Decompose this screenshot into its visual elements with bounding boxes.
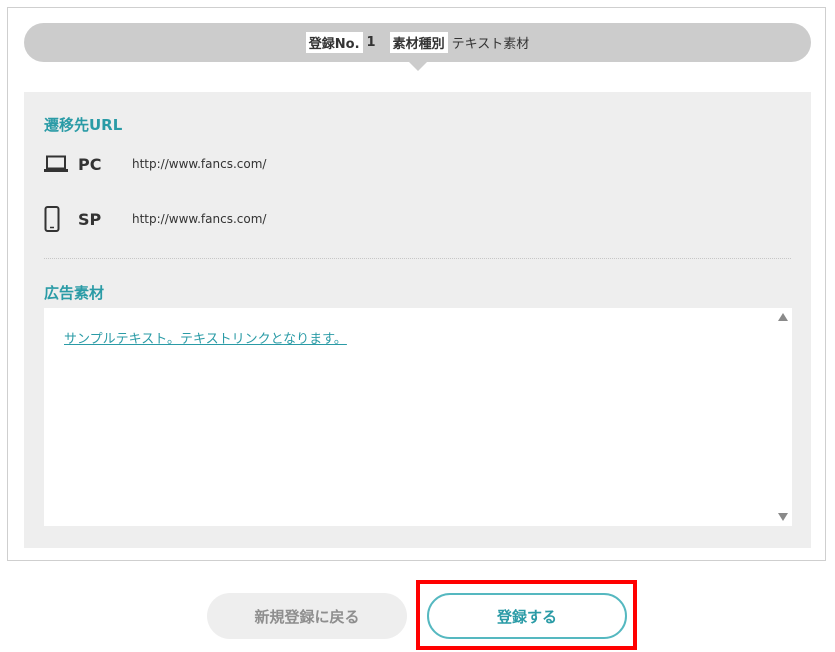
url-row-sp: SP http://www.fancs.com/ bbox=[44, 204, 266, 234]
laptop-icon bbox=[44, 150, 72, 178]
preview-scrollbar[interactable] bbox=[774, 308, 792, 526]
detail-panel: 遷移先URL PC http://www.fancs.com/ SP http:… bbox=[24, 92, 811, 548]
ad-material-title: 広告素材 bbox=[44, 284, 105, 302]
url-row-pc: PC http://www.fancs.com/ bbox=[44, 149, 266, 179]
reg-no-value: 1 bbox=[366, 35, 376, 50]
confirmation-card: 登録No. 1 素材種別 テキスト素材 遷移先URL PC http://www… bbox=[7, 7, 826, 561]
url-value-pc: http://www.fancs.com/ bbox=[132, 157, 267, 171]
register-button[interactable]: 登録する bbox=[427, 593, 627, 639]
ad-material-preview[interactable]: サンプルテキスト。テキストリンクとなります。 bbox=[44, 308, 792, 526]
scroll-up-arrow-icon[interactable] bbox=[778, 313, 788, 321]
header-pointer bbox=[408, 61, 428, 71]
smartphone-icon bbox=[44, 205, 72, 233]
sample-text-link[interactable]: サンプルテキスト。テキストリンクとなります。 bbox=[64, 328, 347, 347]
scroll-down-arrow-icon[interactable] bbox=[778, 513, 788, 521]
section-divider bbox=[44, 258, 791, 259]
back-to-new-registration-button[interactable]: 新規登録に戻る bbox=[207, 593, 407, 639]
device-label-pc: PC bbox=[78, 154, 102, 174]
registration-header: 登録No. 1 素材種別 テキスト素材 bbox=[24, 23, 811, 62]
material-type-value: テキスト素材 bbox=[451, 37, 530, 52]
url-value-sp: http://www.fancs.com/ bbox=[132, 212, 267, 226]
reg-no-label: 登録No. bbox=[305, 32, 363, 53]
material-type-label: 素材種別 bbox=[389, 32, 448, 53]
destination-url-title: 遷移先URL bbox=[44, 116, 123, 134]
device-label-sp: SP bbox=[78, 209, 102, 229]
